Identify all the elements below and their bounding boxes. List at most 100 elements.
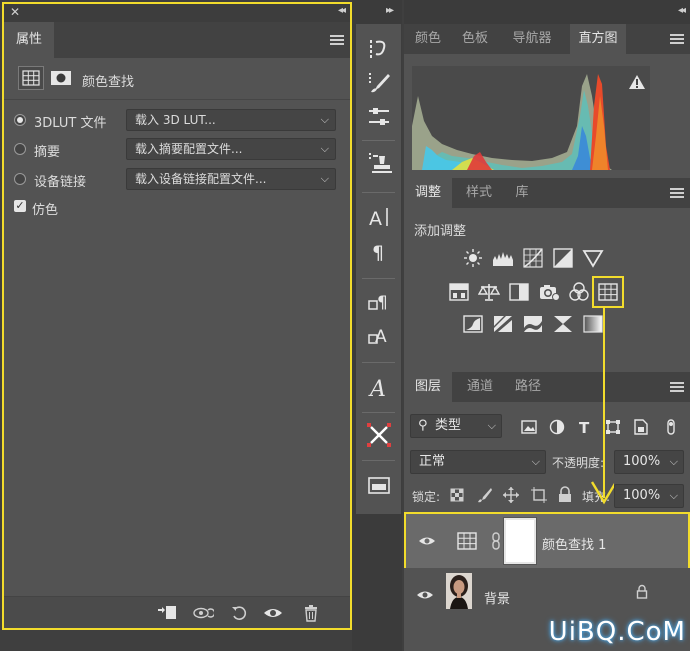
tab-styles[interactable]: 样式	[454, 178, 504, 208]
panel-menu-icon[interactable]	[670, 34, 684, 44]
glyphs-icon[interactable]: A	[366, 374, 392, 400]
layer-mask-thumbnail[interactable]	[503, 517, 537, 565]
tab-color[interactable]: 颜色	[404, 24, 452, 54]
visibility-eye-icon[interactable]	[418, 534, 436, 548]
layer-mask-icon[interactable]	[50, 70, 72, 86]
tab-swatches[interactable]: 色板	[452, 24, 498, 54]
tool-divider	[362, 192, 395, 193]
brightness-contrast-icon[interactable]	[462, 248, 484, 268]
levels-icon[interactable]	[492, 248, 514, 268]
option-abstract-label: 摘要	[34, 145, 61, 160]
clone-source-icon[interactable]	[366, 150, 392, 176]
lock-transparent-icon[interactable]	[448, 486, 466, 504]
histogram-tab-bar: 颜色 色板 导航器 直方图	[404, 24, 690, 54]
vibrance-icon[interactable]	[582, 248, 604, 268]
layer-thumbnail-portrait[interactable]	[446, 573, 472, 609]
tab-layers[interactable]: 图层	[404, 372, 452, 402]
layer-filter-select[interactable]: ⚲ 类型 ⌵	[410, 414, 502, 438]
chevron-down-icon: ⌵	[487, 419, 496, 432]
dock-top-strip: ◂◂	[404, 0, 690, 24]
reset-icon[interactable]	[228, 603, 250, 623]
tab-histogram[interactable]: 直方图	[570, 24, 626, 54]
view-previous-state-icon[interactable]	[192, 603, 214, 623]
filter-kind-value: 类型	[435, 418, 462, 433]
panel-menu-icon[interactable]	[670, 188, 684, 198]
filter-pixel-icon[interactable]	[520, 418, 538, 436]
right-panel-dock: ◂◂ 颜色 色板 导航器 直方图 调整 样式 库 添加调整 图层 通道 路径 ⚲…	[404, 0, 690, 651]
clip-to-layer-icon[interactable]	[156, 603, 178, 623]
selective-color-icon[interactable]	[552, 314, 574, 334]
select-value: 载入设备链接配置文件...	[135, 172, 267, 186]
posterize-icon[interactable]	[492, 314, 514, 334]
chevron-down-icon: ⌵	[531, 455, 540, 468]
exposure-icon[interactable]	[552, 248, 574, 268]
close-icon[interactable]: ✕	[10, 5, 20, 19]
radio-3dlut[interactable]	[14, 114, 26, 126]
threshold-icon[interactable]	[522, 314, 544, 334]
radio-devicelink[interactable]	[14, 173, 26, 185]
filter-adjustment-icon[interactable]	[548, 418, 566, 436]
curves-icon[interactable]	[522, 248, 544, 268]
option-devicelink-label: 设备链接	[34, 175, 87, 190]
panel-menu-icon[interactable]	[330, 35, 344, 45]
opacity-input[interactable]: 100% ⌵	[614, 450, 684, 474]
chevron-down-icon: ⌵	[320, 142, 329, 155]
collapse-icon[interactable]: ▸▸	[386, 5, 394, 16]
character-styles-icon[interactable]: A	[366, 322, 392, 348]
photo-filter-icon[interactable]	[538, 282, 560, 302]
tool-divider	[362, 140, 395, 141]
tab-paths[interactable]: 路径	[506, 372, 550, 402]
trash-icon[interactable]	[300, 603, 322, 623]
tab-navigator[interactable]: 导航器	[500, 24, 564, 54]
filter-toggle-icon[interactable]	[666, 418, 676, 436]
layer-name[interactable]: 背景	[484, 588, 510, 607]
tab-channels[interactable]: 通道	[456, 372, 504, 402]
brush-presets-icon[interactable]	[366, 70, 392, 96]
channel-mixer-icon[interactable]	[568, 282, 590, 302]
paragraph-styles-icon[interactable]: ¶	[366, 288, 392, 314]
tool-divider	[362, 362, 395, 363]
lock-all-icon[interactable]	[556, 486, 574, 504]
chevron-down-icon: ⌵	[320, 113, 329, 126]
lut-grid-icon[interactable]	[18, 66, 44, 90]
history-icon[interactable]	[366, 36, 392, 62]
collapse-icon[interactable]: ◂◂	[678, 5, 686, 16]
visibility-eye-icon[interactable]	[416, 588, 434, 602]
lock-artboard-icon[interactable]	[530, 486, 548, 504]
timeline-icon[interactable]	[366, 472, 392, 498]
tool-presets-icon[interactable]	[366, 422, 392, 448]
svg-text:¶: ¶	[377, 293, 388, 313]
layer-name[interactable]: 颜色查找 1	[542, 534, 606, 553]
lock-label: 锁定:	[412, 490, 441, 504]
collapse-icon[interactable]: ◂◂	[338, 5, 346, 16]
lock-pixels-icon[interactable]	[476, 486, 494, 504]
panel-menu-icon[interactable]	[670, 382, 684, 392]
tab-libraries[interactable]: 库	[504, 178, 540, 208]
chain-link-icon[interactable]	[490, 532, 502, 550]
fill-input[interactable]: 100% ⌵	[614, 484, 684, 508]
blend-mode-select[interactable]: 正常 ⌵	[410, 450, 546, 474]
paragraph-icon[interactable]: ¶	[366, 238, 392, 264]
load-devicelink-select[interactable]: 载入设备链接配置文件... ⌵	[126, 168, 336, 190]
tool-divider	[362, 460, 395, 461]
tab-adjustments[interactable]: 调整	[404, 178, 452, 208]
color-balance-icon[interactable]	[478, 282, 500, 302]
svg-text:A: A	[368, 377, 386, 400]
load-3dlut-select[interactable]: 载入 3D LUT... ⌵	[126, 109, 336, 131]
load-abstract-select[interactable]: 载入摘要配置文件... ⌵	[126, 138, 336, 160]
filter-smart-object-icon[interactable]	[632, 418, 650, 436]
black-white-icon[interactable]	[508, 282, 530, 302]
hue-saturation-icon[interactable]	[448, 282, 470, 302]
warning-icon[interactable]	[628, 74, 646, 90]
visibility-eye-icon[interactable]	[262, 603, 284, 623]
dither-checkbox[interactable]: ✓	[14, 200, 26, 212]
layer-row-color-lookup[interactable]: 颜色查找 1	[404, 512, 690, 570]
character-icon[interactable]: A	[366, 204, 392, 230]
chevron-down-icon: ⌵	[669, 489, 678, 502]
brush-settings-icon[interactable]	[366, 104, 392, 130]
tab-properties[interactable]: 属性	[4, 22, 54, 58]
radio-abstract[interactable]	[14, 143, 26, 155]
opacity-value: 100%	[623, 454, 661, 469]
invert-icon[interactable]	[462, 314, 484, 334]
lock-position-icon[interactable]	[502, 486, 520, 504]
